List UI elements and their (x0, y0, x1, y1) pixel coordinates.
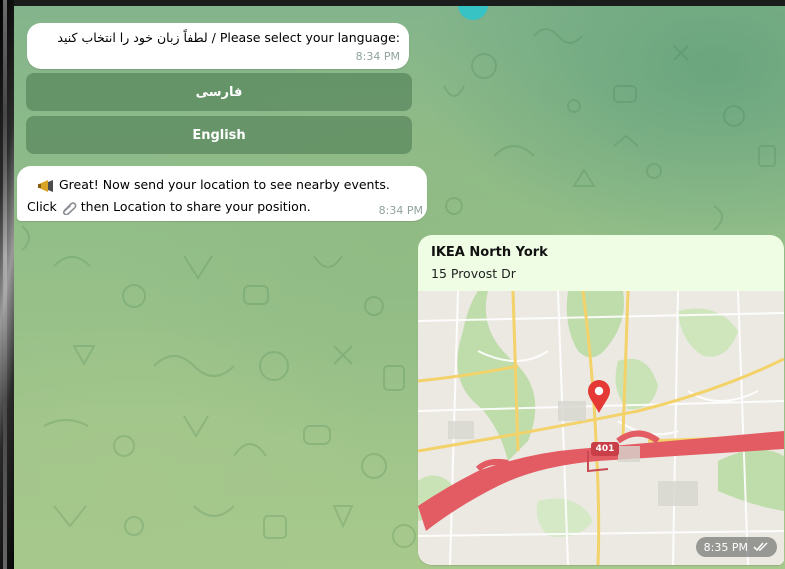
highway-label: 401 (591, 442, 619, 456)
double-check-icon (753, 542, 768, 552)
instruction-line-1-text: Great! Now send your location to see nea… (58, 177, 390, 192)
location-map[interactable]: 401 (418, 290, 784, 565)
instruction-message: Great! Now send your location to see nea… (17, 166, 427, 221)
instruction-click-text: Click (27, 199, 57, 214)
megaphone-icon (38, 179, 53, 192)
language-button-farsi[interactable]: فارسی (26, 73, 412, 111)
language-prompt-text: لطفاً زبان خود را انتخاب کنید / Please s… (57, 30, 400, 45)
window-edge (0, 0, 14, 569)
paperclip-icon (62, 201, 77, 215)
location-pin-icon (588, 380, 610, 413)
message-time: 8:35 PM (703, 540, 748, 554)
message-time: 8:34 PM (378, 204, 423, 217)
message-time: 8:34 PM (355, 50, 400, 63)
instruction-line-2: Click then Location to share your positi… (27, 199, 311, 215)
instruction-line-1: Great! Now send your location to see nea… (37, 177, 390, 193)
language-prompt-message: لطفاً زبان خود را انتخاب کنید / Please s… (27, 23, 409, 69)
map-drawing (418, 290, 784, 565)
location-address: 15 Provost Dr (431, 266, 516, 281)
language-button-english[interactable]: English (26, 116, 412, 154)
location-time-badge: 8:35 PM (695, 537, 777, 557)
location-message[interactable]: IKEA North York 15 Provost Dr 401 8:35 P… (418, 235, 784, 565)
instruction-location-text: then Location to share your position. (80, 199, 311, 214)
chat-area: لطفاً زبان خود را انتخاب کنید / Please s… (14, 6, 785, 569)
location-title: IKEA North York (431, 245, 548, 260)
